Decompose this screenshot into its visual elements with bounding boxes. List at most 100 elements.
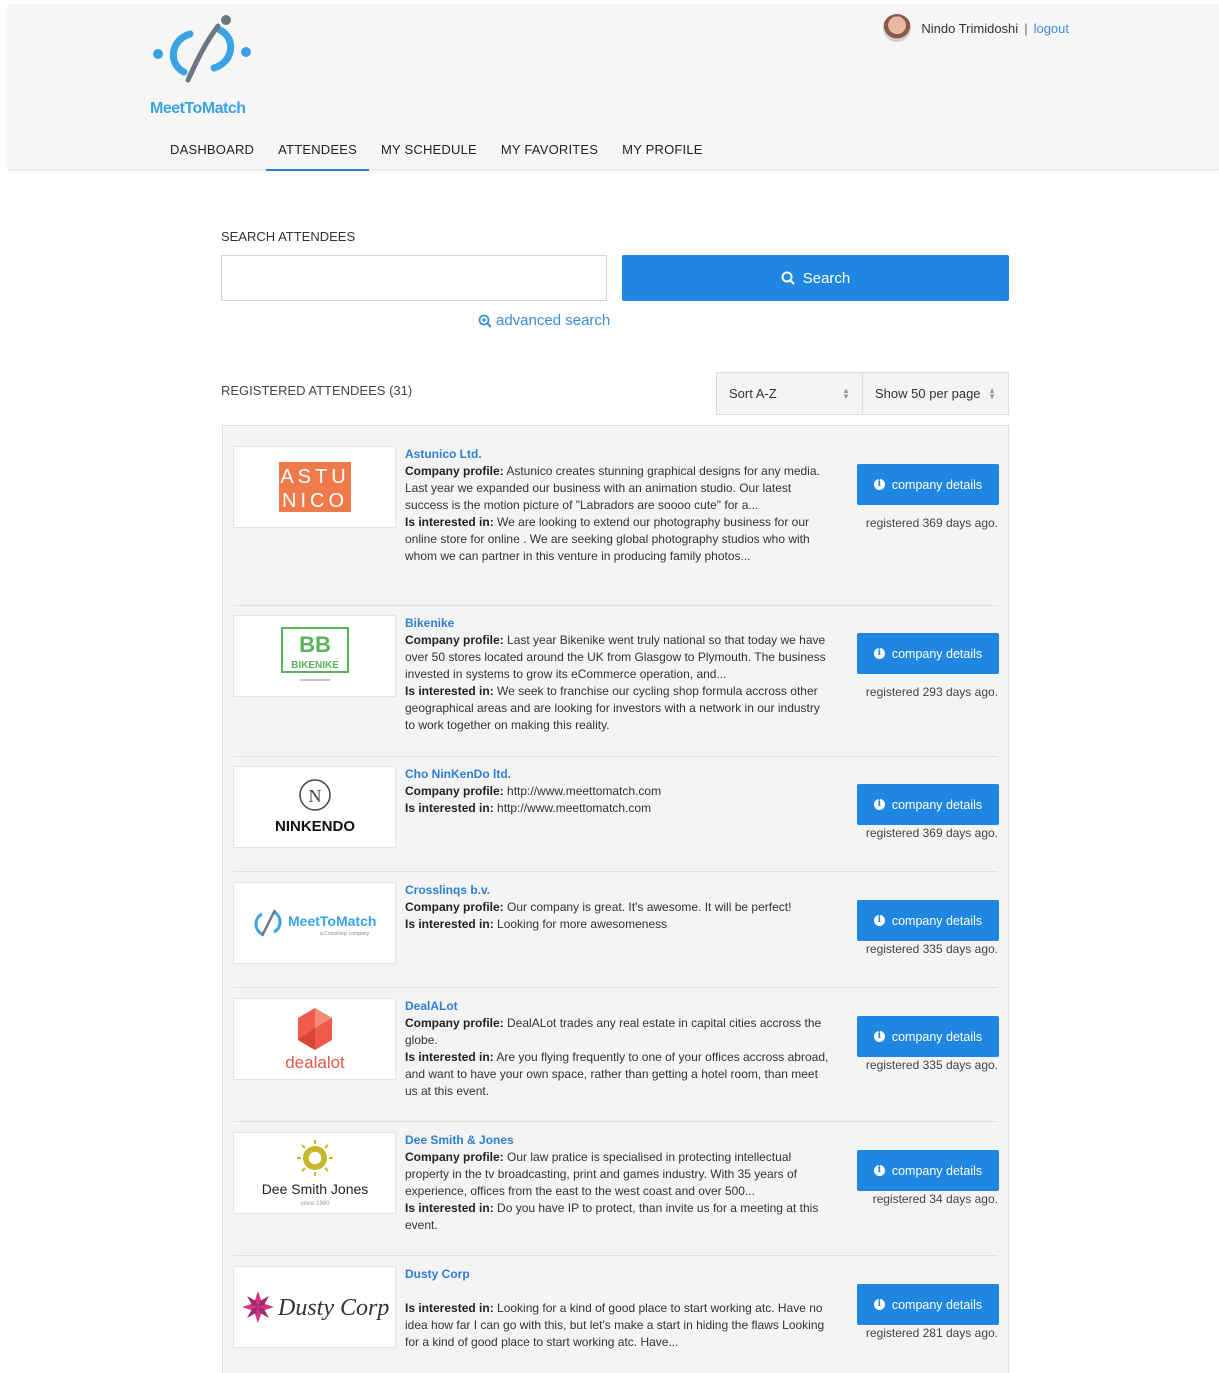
search-button-label: Search — [802, 269, 851, 287]
svg-text:MeetToMatch: MeetToMatch — [288, 913, 376, 929]
attendee-content: Dee Smith & Jones Company profile: Our l… — [405, 1132, 830, 1234]
dusty-corp-logo: Dusty Corp — [241, 1291, 389, 1323]
company-details-button[interactable]: i company details — [857, 633, 999, 674]
attendee-item: MeetToMatch a Crosslinqs company Crossli… — [233, 872, 999, 988]
company-logo[interactable]: Dee Smith Jones since 1980 — [233, 1132, 396, 1214]
company-name[interactable]: Crosslinqs b.v. — [405, 882, 830, 899]
info-icon: i — [873, 648, 885, 659]
attendee-item: N NINKENDO Cho NinKenDo ltd. Company pro… — [233, 756, 999, 872]
attendee-content: Astunico Ltd. Company profile: Astunico … — [405, 446, 830, 565]
company-profile: Company profile: DealALot trades any rea… — [405, 1016, 822, 1047]
company-interest: Is interested in: We seek to franchise o… — [405, 684, 820, 732]
company-name[interactable]: DealALot — [405, 998, 830, 1015]
svg-text:a Crosslinqs company: a Crosslinqs company — [320, 931, 370, 937]
attendee-content: Crosslinqs b.v. Company profile: Our com… — [405, 882, 830, 933]
user-separator: | — [1024, 20, 1028, 36]
info-icon: i — [873, 915, 885, 926]
advanced-search-link[interactable]: advanced search — [478, 312, 610, 329]
company-profile: Company profile: http://www.meettomatch.… — [405, 784, 662, 798]
company-name[interactable]: Bikenike — [405, 615, 830, 632]
dealalot-logo: dealalot — [285, 1008, 345, 1072]
company-interest: Is interested in: Looking for more aweso… — [405, 917, 668, 931]
search-input[interactable] — [221, 255, 607, 301]
nav-my-schedule[interactable]: MY SCHEDULE — [369, 132, 489, 171]
avatar[interactable] — [883, 14, 912, 42]
company-details-button[interactable]: i company details — [857, 1150, 999, 1191]
nav-attendees[interactable]: ATTENDEES — [266, 132, 370, 171]
sort-select[interactable]: Sort A-Z ▲ ▼ — [716, 372, 863, 415]
attendee-item: Dusty Corp Dusty Corp Is interested in: … — [233, 1256, 999, 1373]
nav-dashboard[interactable]: DASHBOARD — [158, 132, 266, 171]
company-name[interactable]: Dee Smith & Jones — [405, 1132, 830, 1149]
site-header: MeetToMatch Nindo Trimidoshi | logout DA… — [8, 4, 1219, 171]
per-page-select[interactable]: Show 50 per page ▲ ▼ — [862, 372, 1009, 415]
registered-ago: registered 281 days ago. — [865, 1326, 998, 1340]
advanced-search-label: advanced search — [496, 312, 611, 329]
select-caret-icon: ▲ ▼ — [842, 386, 850, 401]
registered-ago: registered 369 days ago. — [865, 516, 998, 530]
company-logo[interactable]: N NINKENDO — [233, 766, 396, 848]
user-name: Nindo Trimidoshi — [921, 20, 1019, 36]
sort-select-value: Sort A-Z — [729, 386, 777, 401]
info-icon: i — [873, 1031, 885, 1042]
nav-my-profile[interactable]: MY PROFILE — [610, 132, 715, 171]
ninkendo-logo: N NINKENDO — [275, 779, 355, 835]
company-logo[interactable]: BB BIKENIKE — [233, 615, 396, 697]
company-logo[interactable]: ASTU NICO — [233, 446, 396, 528]
nav-my-favorites[interactable]: MY FAVORITES — [489, 132, 610, 171]
registered-ago: registered 335 days ago. — [865, 942, 998, 956]
main-nav: DASHBOARD ATTENDEES MY SCHEDULE MY FAVOR… — [158, 132, 715, 171]
company-logo[interactable]: MeetToMatch a Crosslinqs company — [233, 882, 396, 964]
per-page-select-value: Show 50 per page — [875, 386, 981, 401]
company-details-button[interactable]: i company details — [857, 900, 999, 941]
registered-attendees-count: REGISTERED ATTENDEES (31) — [221, 383, 413, 398]
attendee-item: dealalot DealALot Company profile: DealA… — [233, 988, 999, 1122]
company-name[interactable]: Dusty Corp — [405, 1266, 830, 1283]
brand-name: MeetToMatch — [150, 100, 246, 117]
company-interest: Is interested in: http://www.meettomatch… — [405, 801, 652, 815]
search-label: SEARCH ATTENDEES — [221, 229, 356, 244]
svg-text:Dusty Corp: Dusty Corp — [277, 1295, 389, 1321]
attendee-item: BB BIKENIKE Bikenike Company profile: La… — [233, 605, 999, 757]
svg-text:NICO: NICO — [282, 490, 348, 512]
svg-text:ASTU: ASTU — [280, 466, 349, 488]
svg-text:since 1980: since 1980 — [300, 1201, 330, 1207]
search-icon — [781, 271, 795, 285]
company-logo[interactable]: dealalot — [233, 998, 396, 1080]
registered-ago: registered 335 days ago. — [865, 1058, 998, 1072]
attendee-content: Dusty Corp Is interested in: Looking for… — [405, 1266, 830, 1351]
company-interest: Is interested in: We are looking to exte… — [405, 515, 810, 563]
attendee-content: Bikenike Company profile: Last year Bike… — [405, 615, 830, 734]
company-interest: Is interested in: Do you have IP to prot… — [405, 1201, 819, 1232]
company-profile: Company profile: Astunico creates stunni… — [405, 464, 820, 512]
crosslinqs-logo: MeetToMatch a Crosslinqs company — [254, 909, 376, 937]
search-button[interactable]: Search — [622, 255, 1009, 301]
astunico-logo: ASTU NICO — [278, 462, 351, 512]
company-name[interactable]: Astunico Ltd. — [405, 446, 830, 463]
company-details-button[interactable]: i company details — [857, 464, 999, 505]
brand-logo[interactable]: MeetToMatch — [150, 12, 270, 124]
info-icon: i — [873, 479, 885, 490]
svg-text:Dee Smith Jones: Dee Smith Jones — [261, 1181, 368, 1197]
dee-smith-jones-logo: Dee Smith Jones since 1980 — [261, 1140, 368, 1207]
company-name[interactable]: Cho NinKenDo ltd. — [405, 766, 830, 783]
company-profile: Company profile: Our company is great. I… — [405, 900, 792, 914]
company-details-button[interactable]: i company details — [857, 1284, 999, 1325]
company-details-button[interactable]: i company details — [857, 1016, 999, 1057]
company-profile: Company profile: Last year Bikenike went… — [405, 633, 826, 681]
company-logo[interactable]: Dusty Corp — [233, 1266, 396, 1348]
attendee-content: Cho NinKenDo ltd. Company profile: http:… — [405, 766, 830, 817]
select-caret-icon: ▲ ▼ — [988, 386, 996, 401]
company-profile: Company profile: Our law pratice is spec… — [405, 1150, 797, 1198]
user-menu: Nindo Trimidoshi | logout — [883, 14, 1069, 42]
company-profile — [405, 1283, 830, 1300]
info-icon: i — [873, 1299, 885, 1310]
attendee-content: DealALot Company profile: DealALot trade… — [405, 998, 830, 1100]
attendee-item: ASTU NICO Astunico Ltd. Company profile:… — [233, 436, 999, 606]
svg-text:NINKENDO: NINKENDO — [275, 818, 355, 835]
company-details-button[interactable]: i company details — [857, 784, 999, 825]
registered-ago: registered 34 days ago. — [872, 1192, 998, 1206]
svg-text:BIKENIKE: BIKENIKE — [291, 660, 339, 671]
svg-text:N: N — [308, 786, 321, 806]
logout-link[interactable]: logout — [1034, 21, 1069, 36]
